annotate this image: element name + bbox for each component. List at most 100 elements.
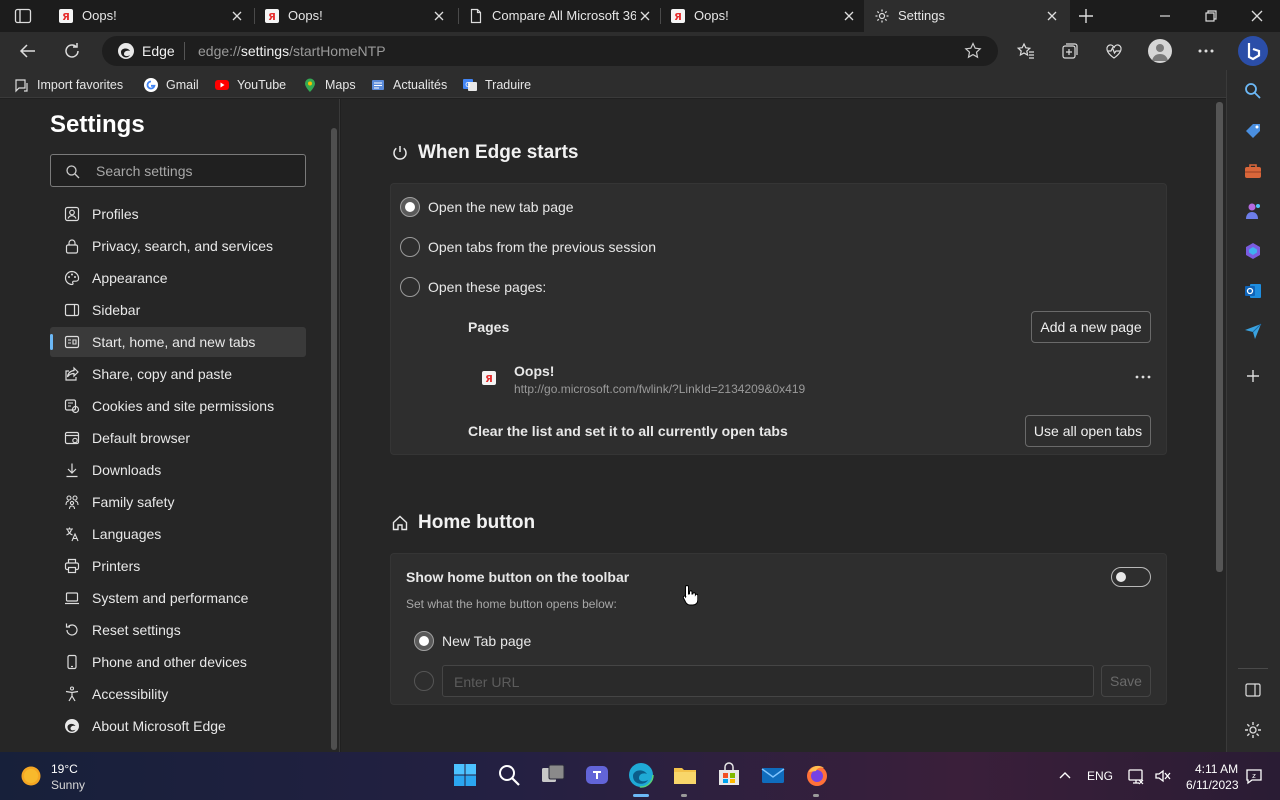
close-window-icon[interactable] xyxy=(1249,8,1265,24)
restore-icon[interactable] xyxy=(1203,8,1219,24)
bookmark-traduire[interactable]: G Traduire xyxy=(462,77,531,93)
page-entry-more-icon[interactable] xyxy=(1133,369,1153,385)
bookmark-maps[interactable]: Maps xyxy=(302,77,356,93)
back-icon[interactable] xyxy=(18,41,38,61)
printer-icon xyxy=(64,558,80,574)
bing-copilot-icon[interactable] xyxy=(1238,36,1268,66)
nav-item-cookies[interactable]: Cookies and site permissions xyxy=(50,391,306,421)
nav-item-about[interactable]: About Microsoft Edge xyxy=(50,711,306,741)
bookmark-label: Actualités xyxy=(393,78,448,92)
download-icon xyxy=(64,462,80,478)
more-icon[interactable] xyxy=(1196,41,1216,61)
search-settings-input[interactable]: Search settings xyxy=(50,154,306,187)
bookmark-label: Import favorites xyxy=(37,78,124,92)
outlook-icon[interactable] xyxy=(1243,281,1263,301)
tab-4[interactable]: Я Oops! xyxy=(660,0,862,32)
nav-item-appearance[interactable]: Appearance xyxy=(50,263,306,293)
nav-item-reset[interactable]: Reset settings xyxy=(50,615,306,645)
nav-item-profiles[interactable]: Profiles xyxy=(50,199,306,229)
close-tab-icon[interactable] xyxy=(230,9,244,23)
show-home-button-toggle[interactable] xyxy=(1111,567,1151,587)
save-button[interactable]: Save xyxy=(1101,665,1151,697)
radio-custom-url[interactable] xyxy=(414,671,434,691)
nav-item-start-home[interactable]: Start, home, and new tabs xyxy=(50,327,306,357)
bookmark-gmail[interactable]: Gmail xyxy=(143,77,199,93)
tab-1[interactable]: Я Oops! xyxy=(48,0,252,32)
language-indicator[interactable]: ENG xyxy=(1087,769,1113,783)
weather-sun-icon[interactable] xyxy=(20,765,42,787)
nav-scrollbar[interactable] xyxy=(331,128,337,750)
nav-label: Accessibility xyxy=(92,686,169,702)
refresh-icon[interactable] xyxy=(62,41,82,61)
tab-settings[interactable]: Settings xyxy=(864,0,1070,32)
cookies-icon xyxy=(64,398,80,414)
performance-icon[interactable] xyxy=(1104,41,1124,61)
firefox-icon[interactable] xyxy=(804,762,830,788)
nav-item-default-browser[interactable]: Default browser xyxy=(50,423,306,453)
games-icon[interactable] xyxy=(1243,201,1263,221)
mail-icon[interactable] xyxy=(760,762,786,788)
nav-item-sidebar[interactable]: Sidebar xyxy=(50,295,306,325)
close-tab-icon[interactable] xyxy=(842,9,856,23)
close-tab-icon[interactable] xyxy=(638,9,652,23)
windows-start-icon[interactable] xyxy=(452,762,478,788)
bookmark-actualites[interactable]: Actualités xyxy=(370,77,447,93)
tools-briefcase-icon[interactable] xyxy=(1243,161,1263,181)
clock-time[interactable]: 4:11 AM xyxy=(1195,762,1238,776)
drop-send-icon[interactable] xyxy=(1243,321,1263,341)
nav-item-system[interactable]: System and performance xyxy=(50,583,306,613)
close-tab-icon[interactable] xyxy=(1045,9,1059,23)
file-explorer-icon[interactable] xyxy=(672,762,698,788)
bookmark-youtube[interactable]: YouTube xyxy=(214,77,286,93)
favorites-icon[interactable] xyxy=(1016,41,1036,61)
nav-item-privacy[interactable]: Privacy, search, and services xyxy=(50,231,306,261)
radio-previous-session[interactable] xyxy=(400,237,420,257)
teams-chat-icon[interactable] xyxy=(584,762,610,788)
close-tab-icon[interactable] xyxy=(432,9,446,23)
profile-avatar[interactable] xyxy=(1148,39,1172,63)
nav-item-accessibility[interactable]: Accessibility xyxy=(50,679,306,709)
bookmark-import-favorites[interactable]: Import favorites xyxy=(14,77,123,93)
translate-icon: G xyxy=(462,77,478,93)
tab-actions-icon[interactable] xyxy=(14,8,32,24)
search-icon[interactable] xyxy=(1243,81,1263,101)
home-url-input[interactable]: Enter URL xyxy=(442,665,1094,697)
svg-text:Я: Я xyxy=(485,374,493,385)
clock-date[interactable]: 6/11/2023 xyxy=(1186,778,1239,792)
radio-open-these-pages[interactable] xyxy=(400,277,420,297)
radio-open-new-tab[interactable] xyxy=(400,197,420,217)
tab-3[interactable]: Compare All Microsoft 365 xyxy=(458,0,658,32)
nav-item-languages[interactable]: Languages xyxy=(50,519,306,549)
shopping-tag-icon[interactable] xyxy=(1243,121,1263,141)
microsoft-store-icon[interactable] xyxy=(716,762,742,788)
hide-sidebar-icon[interactable] xyxy=(1243,680,1263,700)
nav-item-family-safety[interactable]: Family safety xyxy=(50,487,306,517)
content-scrollbar[interactable] xyxy=(1216,102,1223,572)
sidebar-settings-icon[interactable] xyxy=(1243,720,1263,740)
minimize-icon[interactable] xyxy=(1157,8,1173,24)
nav-item-share[interactable]: Share, copy and paste xyxy=(50,359,306,389)
news-icon xyxy=(370,77,386,93)
laptop-icon xyxy=(64,590,80,606)
task-view-icon[interactable] xyxy=(540,762,566,788)
edge-icon xyxy=(117,42,135,60)
notifications-icon[interactable]: z xyxy=(1245,767,1263,785)
collections-icon[interactable] xyxy=(1060,41,1080,61)
use-all-open-tabs-button[interactable]: Use all open tabs xyxy=(1025,415,1151,447)
tab-2[interactable]: Я Oops! xyxy=(254,0,456,32)
url-text[interactable]: edge://settings/startHomeNTP xyxy=(198,43,386,59)
taskbar-edge-icon[interactable] xyxy=(628,762,654,788)
show-hidden-icons-chevron-icon[interactable] xyxy=(1057,768,1073,784)
new-tab-icon[interactable] xyxy=(1077,7,1095,25)
network-icon[interactable] xyxy=(1127,767,1145,785)
volume-muted-icon[interactable] xyxy=(1154,767,1172,785)
microsoft-365-icon[interactable] xyxy=(1243,241,1263,261)
taskbar-search-icon[interactable] xyxy=(496,762,522,788)
add-sidebar-app-icon[interactable] xyxy=(1243,366,1263,386)
radio-new-tab-page[interactable] xyxy=(414,631,434,651)
nav-item-downloads[interactable]: Downloads xyxy=(50,455,306,485)
favorite-star-icon[interactable] xyxy=(963,41,983,61)
nav-item-phone[interactable]: Phone and other devices xyxy=(50,647,306,677)
add-new-page-button[interactable]: Add a new page xyxy=(1031,311,1151,343)
nav-item-printers[interactable]: Printers xyxy=(50,551,306,581)
